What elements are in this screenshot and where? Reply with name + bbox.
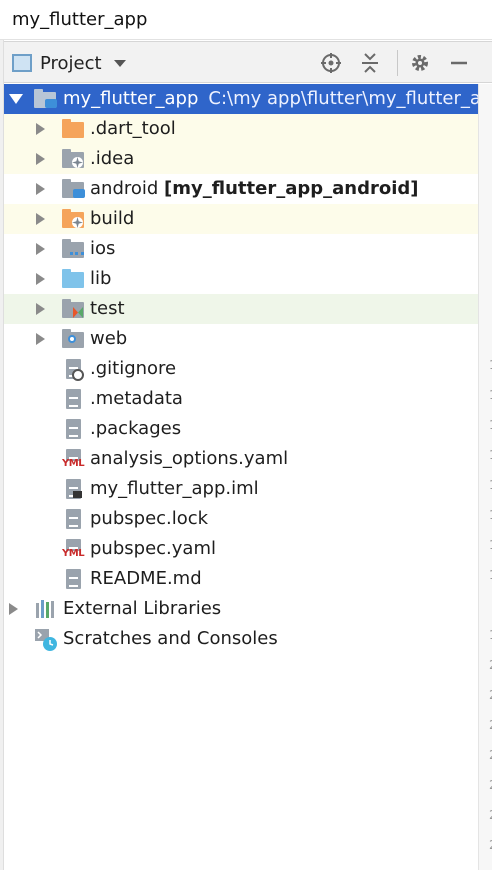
window-title: my_flutter_app [12, 9, 148, 30]
expand-arrow-icon[interactable] [9, 94, 23, 104]
locate-icon [321, 53, 341, 73]
tree-item[interactable]: YML pubspec.yaml [4, 534, 478, 564]
gear-icon [412, 55, 428, 71]
settings-button[interactable] [408, 51, 432, 75]
minimize-icon [451, 61, 467, 65]
expand-arrow-icon[interactable] [36, 153, 45, 165]
tree-item-label: .idea [90, 148, 135, 169]
ios-folder-icon [62, 239, 84, 259]
text-file-icon [62, 509, 84, 529]
source-folder-icon [62, 269, 84, 289]
project-view-label: Project [40, 52, 102, 74]
root-path: C:\my app\flutter\my_flutter_app [208, 88, 492, 109]
expand-arrow-icon[interactable] [36, 243, 45, 255]
locate-button[interactable] [319, 51, 343, 75]
yaml-file-icon: YML [62, 539, 85, 559]
expand-arrow-icon[interactable] [36, 213, 45, 225]
text-file-icon [62, 569, 84, 589]
tree-item[interactable]: pubspec.lock [4, 504, 478, 534]
collapse-all-button[interactable] [358, 51, 382, 75]
tree-item-label: .gitignore [90, 358, 177, 379]
expand-arrow-icon[interactable] [9, 603, 18, 615]
tree-item-label: .metadata [90, 388, 183, 409]
expand-arrow-icon[interactable] [36, 183, 45, 195]
test-folder-icon [62, 299, 84, 319]
tree-item[interactable]: .dart_tool [4, 114, 478, 144]
iml-file-icon [62, 479, 84, 499]
tree-item-label: lib [90, 268, 112, 289]
tree-item-label: android [my_flutter_app_android] [90, 178, 419, 199]
tree-item[interactable]: web [4, 324, 478, 354]
tree-item[interactable]: lib [4, 264, 478, 294]
tree-item-label: .dart_tool [90, 118, 176, 139]
tree-item[interactable]: android [my_flutter_app_android] [4, 174, 478, 204]
tree-item-label: ios [90, 238, 116, 259]
text-file-icon [62, 389, 84, 409]
tree-item-label: pubspec.lock [90, 508, 209, 529]
tree-item[interactable]: README.md [4, 564, 478, 594]
hide-panel-button[interactable] [447, 51, 471, 75]
tree-item-label: analysis_options.yaml [90, 448, 289, 469]
tree-scratches[interactable]: Scratches and Consoles [4, 624, 478, 654]
yaml-file-icon: YML [62, 449, 85, 469]
gitignore-file-icon [62, 359, 84, 381]
expand-arrow-icon[interactable] [36, 333, 45, 345]
editor-gutter: 1 1 1 1 1 1 1 1 1 2 2 2 2 2 2 2 2 [478, 84, 492, 870]
tree-item[interactable]: .packages [4, 414, 478, 444]
tree-item[interactable]: .gitignore [4, 354, 478, 384]
tree-item-label: web [90, 328, 128, 349]
tree-item-label: my_flutter_app.iml [90, 478, 259, 499]
web-folder-icon [62, 329, 84, 349]
module-name: [my_flutter_app_android] [164, 178, 419, 199]
folder-orange-icon [62, 119, 84, 139]
module-folder-icon [62, 179, 85, 199]
tree-item[interactable]: build [4, 204, 478, 234]
tree-item[interactable]: YML analysis_options.yaml [4, 444, 478, 474]
window-titlebar: my_flutter_app [0, 0, 492, 40]
tree-item-label: External Libraries [63, 598, 222, 619]
project-view-selector[interactable]: Project [12, 50, 126, 76]
tree-item[interactable]: .idea [4, 144, 478, 174]
idea-folder-icon [62, 149, 84, 169]
scratches-icon [35, 629, 57, 651]
tree-item-label: test [90, 298, 125, 319]
tree-item-label: Scratches and Consoles [63, 628, 278, 649]
libraries-icon [35, 599, 57, 619]
text-file-icon [62, 419, 84, 439]
module-folder-icon [34, 89, 57, 109]
chevron-down-icon [113, 59, 126, 67]
collapse-all-icon [362, 53, 378, 73]
tree-item[interactable]: test [4, 294, 478, 324]
project-toolbar: Project [4, 41, 492, 83]
tree-external-libraries[interactable]: External Libraries [4, 594, 478, 624]
tree-item-name: android [90, 178, 159, 199]
project-tree: my_flutter_app C:\my app\flutter\my_flutt… [4, 84, 492, 870]
tree-item[interactable]: ios [4, 234, 478, 264]
tree-item-label: README.md [90, 568, 202, 589]
tree-root-row[interactable]: my_flutter_app C:\my app\flutter\my_flutt… [4, 84, 492, 114]
expand-arrow-icon[interactable] [36, 303, 45, 315]
tree-item-label: build [90, 208, 135, 229]
root-label: my_flutter_app C:\my app\flutter\my_flutt… [63, 88, 492, 109]
expand-arrow-icon[interactable] [36, 123, 45, 135]
toolbar-separator [397, 50, 398, 76]
project-view-icon [12, 54, 32, 72]
tree-item-label: pubspec.yaml [90, 538, 216, 559]
expand-arrow-icon[interactable] [36, 273, 45, 285]
root-name: my_flutter_app [63, 88, 199, 109]
tree-item[interactable]: my_flutter_app.iml [4, 474, 478, 504]
excluded-folder-icon [62, 209, 84, 229]
tree-item-label: .packages [90, 418, 182, 439]
tree-item[interactable]: .metadata [4, 384, 478, 414]
